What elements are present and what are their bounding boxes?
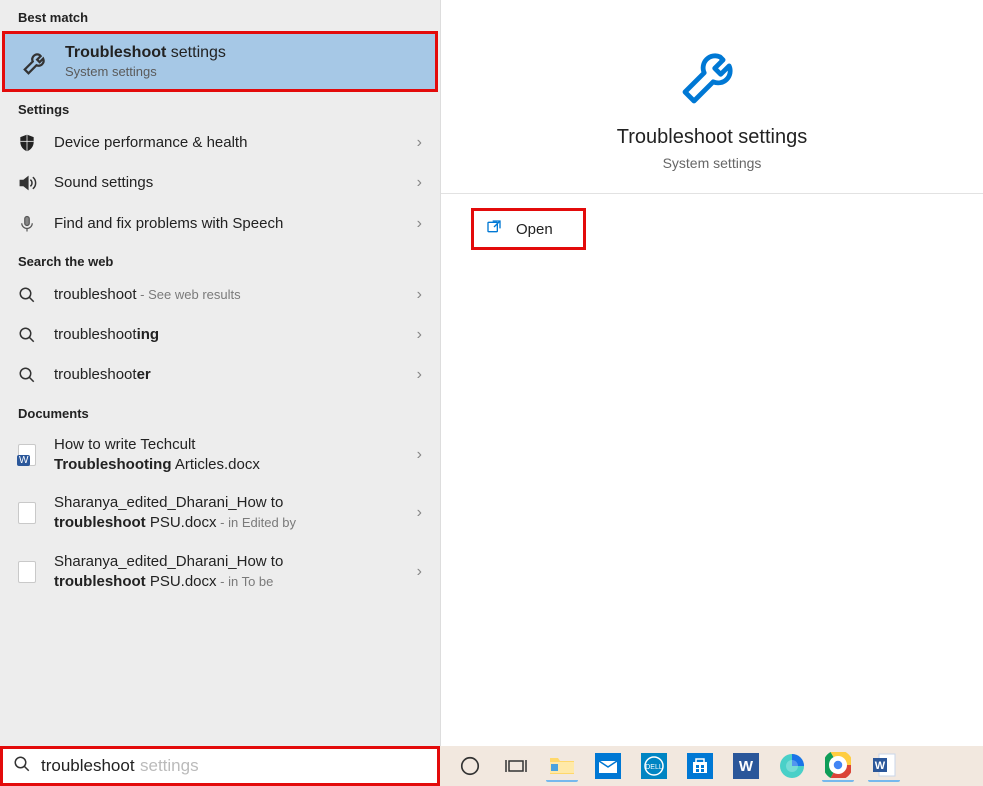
best-match-title-prefix: Troubleshoot [65,44,166,61]
word-tile-icon[interactable]: W [730,750,762,782]
web-result-troubleshooting[interactable]: troubleshooting › [0,315,440,355]
chevron-right-icon: › [417,215,426,233]
search-icon [13,755,31,778]
detail-subtitle: System settings [663,155,762,171]
svg-text:W: W [875,760,886,772]
chevron-right-icon: › [417,446,426,464]
document-item-psu-tobe[interactable]: Sharanya_edited_Dharani_How to troublesh… [0,544,440,603]
search-input[interactable] [41,756,427,776]
text-doc-icon [14,502,40,524]
detail-title: Troubleshoot settings [617,126,807,149]
section-documents-header: Documents [0,396,440,427]
best-match-subtitle: System settings [65,64,421,79]
word-doc-icon [14,444,40,466]
settings-item-speech-fix[interactable]: Find and fix problems with Speech › [0,204,440,244]
section-search-web-header: Search the web [0,244,440,275]
open-button[interactable]: Open [471,208,586,250]
chevron-right-icon: › [417,504,426,522]
microphone-icon [14,214,40,234]
best-match-text: Troubleshoot settings System settings [65,44,421,79]
search-icon [14,286,40,304]
mail-icon[interactable] [592,750,624,782]
search-icon [14,326,40,344]
settings-item-device-performance[interactable]: Device performance & health › [0,123,440,163]
search-icon [14,366,40,384]
settings-item-label: Find and fix problems with Speech [54,214,403,234]
edge-icon[interactable] [776,750,808,782]
chevron-right-icon: › [417,134,426,152]
chevron-right-icon: › [417,563,426,581]
settings-item-label: Device performance & health [54,133,403,153]
web-result-text: troubleshoot - See web results [54,285,403,305]
wrench-icon [19,45,53,79]
divider [441,193,983,194]
doc-text: How to write Techcult Troubleshooting Ar… [54,435,403,476]
open-label: Open [516,221,553,238]
svg-text:DELL: DELL [645,764,663,771]
svg-text:W: W [739,758,754,775]
file-explorer-icon[interactable] [546,750,578,782]
start-search-panel: Best match Troubleshoot settings System … [0,0,983,746]
detail-hero: Troubleshoot settings System settings [441,0,983,193]
chevron-right-icon: › [417,366,426,384]
open-icon [486,219,502,239]
web-result-troubleshoot[interactable]: troubleshoot - See web results › [0,275,440,315]
store-tile-icon[interactable] [684,750,716,782]
best-match-troubleshoot-settings[interactable]: Troubleshoot settings System settings [2,31,438,92]
chrome-icon[interactable] [822,750,854,782]
chevron-right-icon: › [417,174,426,192]
cortana-icon[interactable] [454,750,486,782]
word-app-icon[interactable]: W [868,750,900,782]
web-result-text: troubleshooter [54,365,403,385]
doc-text: Sharanya_edited_Dharani_How to troublesh… [54,552,403,593]
speaker-icon [14,173,40,193]
settings-item-sound[interactable]: Sound settings › [0,163,440,203]
detail-right-pane: Troubleshoot settings System settings Op… [440,0,983,746]
document-item-techcult[interactable]: How to write Techcult Troubleshooting Ar… [0,427,440,486]
web-result-text: troubleshooting [54,325,403,345]
section-settings-header: Settings [0,92,440,123]
wrench-icon-large [672,34,752,114]
chevron-right-icon: › [417,326,426,344]
best-match-title-suffix: settings [166,44,226,61]
text-doc-icon [14,561,40,583]
chevron-right-icon: › [417,286,426,304]
search-box[interactable]: settings [0,746,440,786]
taskbar: DELL W W [440,746,983,786]
task-view-icon[interactable] [500,750,532,782]
shield-icon [14,133,40,153]
doc-text: Sharanya_edited_Dharani_How to troublesh… [54,493,403,534]
dell-app-icon[interactable]: DELL [638,750,670,782]
settings-item-label: Sound settings [54,173,403,193]
web-result-troubleshooter[interactable]: troubleshooter › [0,355,440,395]
section-best-match-header: Best match [0,0,440,31]
results-left-pane: Best match Troubleshoot settings System … [0,0,440,746]
document-item-psu-edited[interactable]: Sharanya_edited_Dharani_How to troublesh… [0,485,440,544]
